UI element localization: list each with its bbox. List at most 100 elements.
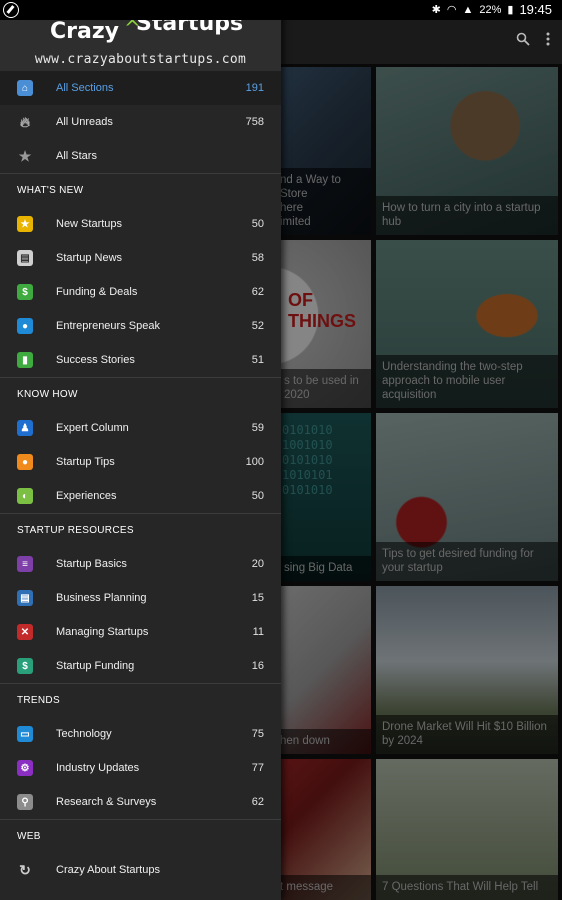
nav-item-all-unreads[interactable]: 🔥︎ All Unreads 758	[0, 105, 281, 139]
battery-level: 22%	[479, 3, 502, 16]
nav-item-label: Success Stories	[56, 354, 135, 366]
nav-item-count: 51	[251, 354, 264, 366]
article-title: How to turn a city into a startup hub	[376, 196, 558, 235]
magnifier-icon: ⚲	[17, 794, 33, 810]
compass-icon	[3, 2, 19, 18]
nav-item-count: 77	[251, 762, 264, 774]
nav-item-count: 50	[251, 218, 264, 230]
lightbulb-icon: ●	[17, 454, 33, 470]
binary-graphic: 0101010 1001010 0101010 1010101 0101010	[282, 423, 333, 497]
nav-item-count: 100	[245, 456, 264, 468]
banner-tagline: www.crazyaboutstartups.com	[34, 52, 247, 67]
nav-item-count: 52	[251, 320, 264, 332]
nav-item-label: Research & Surveys	[56, 796, 157, 808]
nav-item-technology[interactable]: ▭ Technology 75	[0, 717, 281, 751]
status-bar: ✱ ◠ ▲ 22% ▮ 19:45	[0, 0, 562, 20]
nav-item-all-stars[interactable]: ★ All Stars	[0, 139, 281, 173]
people-icon: ♟	[17, 420, 33, 436]
nav-item-label: Startup Basics	[56, 558, 127, 570]
svg-text:Crazy: Crazy	[50, 19, 119, 44]
nav-item-count: 62	[251, 796, 264, 808]
monitor-icon: ▭	[17, 726, 33, 742]
newspaper-icon: ▤	[17, 250, 33, 266]
search-icon[interactable]	[516, 32, 530, 46]
article-tile[interactable]: Drone Market Will Hit $10 Billion by 202…	[376, 586, 558, 754]
nav-item-experiences[interactable]: ◐ Experiences 50	[0, 479, 281, 513]
nav-item-count: 50	[251, 490, 264, 502]
home-icon: ⌂	[17, 80, 33, 96]
nav-item-label: Startup Tips	[56, 456, 115, 468]
nav-item-label: Business Planning	[56, 592, 147, 604]
gear-icon: ⚙	[17, 760, 33, 776]
nav-item-funding-deals[interactable]: $ Funding & Deals 62	[0, 275, 281, 309]
nav-item-label: Technology	[56, 728, 112, 740]
nav-item-label: All Stars	[56, 150, 97, 162]
nav-item-count: 58	[251, 252, 264, 264]
nav-item-count: 75	[251, 728, 264, 740]
of-things-graphic: OF THINGS	[288, 290, 357, 331]
nav-item-label: Managing Startups	[56, 626, 149, 638]
battery-icon: ▮	[507, 4, 514, 16]
tools-icon: ✕	[17, 624, 33, 640]
overflow-menu-icon[interactable]	[546, 32, 550, 46]
nav-item-count: 20	[251, 558, 264, 570]
head-icon: ◐	[17, 488, 33, 504]
article-title: Tips to get desired funding for your sta…	[376, 542, 558, 581]
signal-icon: ▲	[462, 3, 474, 16]
article-title: 7 Questions That Will Help Tell	[376, 875, 558, 900]
nav-item-label: All Sections	[56, 82, 114, 94]
nav-item-count: 16	[251, 660, 264, 672]
bar-chart-icon: ▮	[17, 352, 33, 368]
article-tile[interactable]: Understanding the two-step approach to m…	[376, 240, 558, 408]
nav-item-label: New Startups	[56, 218, 123, 230]
nav-item-count: 11	[252, 626, 264, 638]
article-tile[interactable]: Tips to get desired funding for your sta…	[376, 413, 558, 581]
nav-item-label: Funding & Deals	[56, 286, 138, 298]
nav-item-label: Startup Funding	[56, 660, 135, 672]
dollar-icon: $	[17, 284, 33, 300]
top-items: ⌂ All Sections 191 🔥︎ All Unreads 758 ★ …	[0, 71, 281, 173]
article-tile[interactable]: 7 Questions That Will Help Tell	[376, 759, 558, 900]
star-icon: ★	[18, 147, 32, 164]
article-tile[interactable]: How to turn a city into a startup hub	[376, 67, 558, 235]
nav-item-research-surveys[interactable]: ⚲ Research & Surveys 62	[0, 785, 281, 819]
section-header: WHAT'S NEW	[17, 185, 84, 196]
nav-item-label: Industry Updates	[56, 762, 140, 774]
bluetooth-icon: ✱	[431, 4, 441, 16]
nav-item-label: Startup News	[56, 252, 123, 264]
nav-item-label: Crazy About Startups	[56, 864, 160, 876]
nav-item-crazy-about-startups[interactable]: ↻ Crazy About Startups	[0, 853, 281, 887]
nav-item-label: Expert Column	[56, 422, 129, 434]
section-header: TRENDS	[17, 695, 60, 706]
nav-item-count: 59	[251, 422, 264, 434]
nav-item-count: 15	[251, 592, 264, 604]
section-header: WEB	[17, 831, 41, 842]
nav-item-managing-startups[interactable]: ✕ Managing Startups 11	[0, 615, 281, 649]
nav-item-startup-news[interactable]: ▤ Startup News 58	[0, 241, 281, 275]
refresh-icon: ↻	[19, 861, 31, 878]
nav-item-entrepreneurs-speak[interactable]: ● Entrepreneurs Speak 52	[0, 309, 281, 343]
nav-item-business-planning[interactable]: ▤ Business Planning 15	[0, 581, 281, 615]
clock: 19:45	[519, 2, 552, 17]
navigation-drawer: Crazy about ^ Startups www.crazyaboutsta…	[0, 0, 281, 900]
nav-item-all-sections[interactable]: ⌂ All Sections 191	[0, 71, 281, 105]
nav-item-startup-basics[interactable]: ≡ Startup Basics 20	[0, 547, 281, 581]
nav-item-label: Experiences	[56, 490, 117, 502]
nav-item-success-stories[interactable]: ▮ Success Stories 51	[0, 343, 281, 377]
nav-item-count: 758	[245, 116, 264, 128]
nav-item-count: 62	[251, 286, 264, 298]
document-icon: ▤	[17, 590, 33, 606]
flame-icon: 🔥︎	[19, 113, 31, 130]
nav-item-new-startups[interactable]: ★ New Startups 50	[0, 207, 281, 241]
nav-item-industry-updates[interactable]: ⚙ Industry Updates 77	[0, 751, 281, 785]
nav-item-label: All Unreads	[56, 116, 113, 128]
nav-item-expert-column[interactable]: ♟ Expert Column 59	[0, 411, 281, 445]
star-badge-icon: ★	[17, 216, 33, 232]
dollar-icon: $	[17, 658, 33, 674]
nav-item-startup-funding[interactable]: $ Startup Funding 16	[0, 649, 281, 683]
section-header: STARTUP RESOURCES	[17, 525, 134, 536]
nav-item-label: Entrepreneurs Speak	[56, 320, 160, 332]
layers-icon: ≡	[17, 556, 33, 572]
article-title: Drone Market Will Hit $10 Billion by 202…	[376, 715, 558, 754]
nav-item-startup-tips[interactable]: ● Startup Tips 100	[0, 445, 281, 479]
